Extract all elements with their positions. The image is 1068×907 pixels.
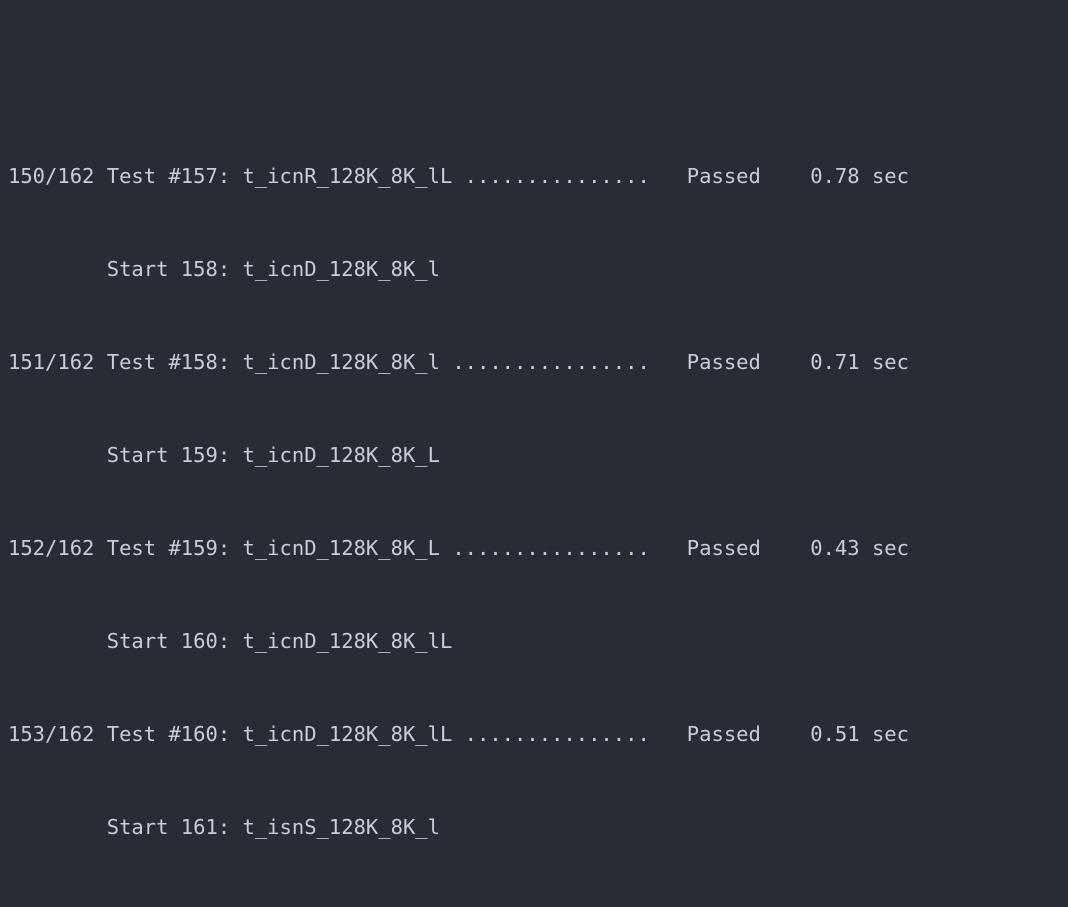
log-line: Start 160: t_icnD_128K_8K_lL: [8, 629, 453, 653]
log-line: 150/162 Test #157: t_icnR_128K_8K_lL ...…: [8, 164, 909, 188]
log-line: 153/162 Test #160: t_icnD_128K_8K_lL ...…: [8, 722, 909, 746]
terminal-output[interactable]: 150/162 Test #157: t_icnR_128K_8K_lL ...…: [0, 0, 1068, 907]
log-line: Start 161: t_isnS_128K_8K_l: [8, 815, 440, 839]
log-line: Start 158: t_icnD_128K_8K_l: [8, 257, 440, 281]
log-line: 152/162 Test #159: t_icnD_128K_8K_L ....…: [8, 536, 909, 560]
log-line: 151/162 Test #158: t_icnD_128K_8K_l ....…: [8, 350, 909, 374]
log-line: Start 159: t_icnD_128K_8K_L: [8, 443, 440, 467]
test-log-lines: 150/162 Test #157: t_icnR_128K_8K_lL ...…: [8, 99, 1068, 907]
